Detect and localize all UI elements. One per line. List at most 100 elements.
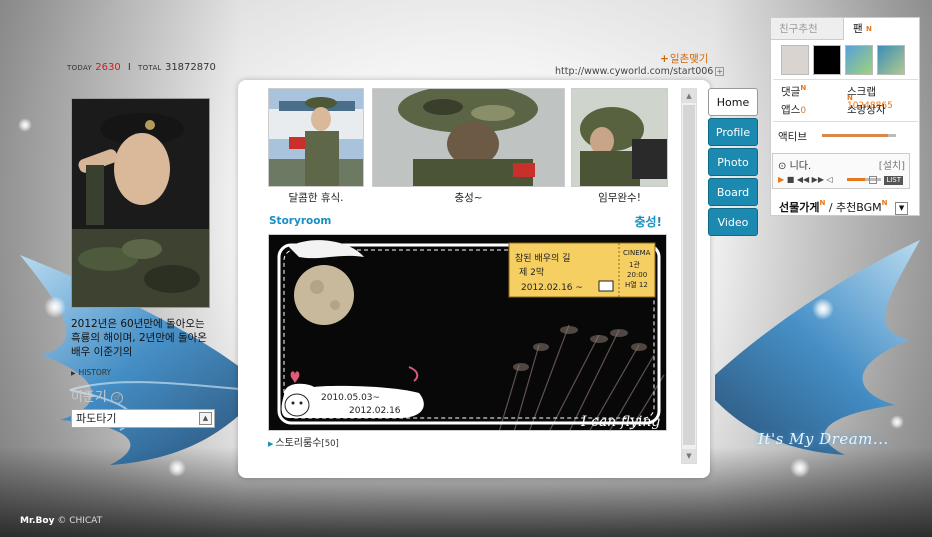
add-friend-link[interactable]: +일촌맺기	[660, 51, 708, 66]
triangle-icon: ▶	[268, 440, 274, 448]
credit-text: Mr.Boy © CHICAT	[20, 516, 102, 526]
apps-link[interactable]: 앱스0	[781, 102, 806, 117]
gallery-thumb[interactable]	[571, 88, 668, 187]
playlist-button[interactable]: LIST	[884, 176, 903, 185]
tab-video[interactable]: Video	[708, 208, 758, 236]
new-badge: N	[800, 84, 807, 92]
tab-fan-label: 팬	[853, 23, 863, 35]
next-icon[interactable]: ▶▶	[812, 175, 824, 184]
sparkle-icon	[168, 459, 186, 477]
chevron-down-icon[interactable]: ▼	[895, 201, 909, 215]
tab-friend-recommend[interactable]: 친구추천	[771, 18, 844, 40]
prev-icon[interactable]: ◀◀	[797, 175, 809, 184]
volume-level	[847, 178, 865, 181]
new-badge: N	[881, 199, 888, 207]
visit-counters: TODAY 2630 I TOTAL 31872870	[67, 62, 216, 73]
story-date-end: 2012.02.16	[349, 406, 401, 416]
history-link[interactable]: ▶ HISTORY	[71, 368, 111, 377]
gift-shop-link[interactable]: 선물가게	[779, 201, 819, 214]
dream-caption: It's My Dream...	[758, 430, 889, 448]
fan-avatar[interactable]	[813, 45, 841, 75]
comments-label: 댓글	[781, 86, 801, 98]
volume-icon[interactable]: ◁	[827, 175, 833, 184]
fan-avatar[interactable]	[877, 45, 905, 75]
plus-icon[interactable]: +	[715, 67, 725, 76]
ticket-time: 20:00	[627, 271, 647, 279]
right-wing-image	[715, 240, 920, 455]
tab-photo[interactable]: Photo	[708, 148, 758, 176]
new-badge: N	[847, 94, 853, 102]
plus-icon: +	[660, 53, 669, 65]
gallery-thumb[interactable]	[268, 88, 364, 187]
comments-link[interactable]: 댓글N	[781, 84, 806, 99]
homepage-url[interactable]: http://www.cyworld.com/start006 +	[555, 66, 725, 77]
wish-box-label: 소망상자	[847, 104, 886, 116]
track-title: ⊙ 니다.	[778, 157, 811, 172]
active-level-bar	[822, 134, 888, 137]
stop-icon[interactable]: ■	[787, 175, 795, 184]
gift-shop-row: 선물가게N / 추천BGMN ▼	[779, 199, 909, 215]
storyroom-tag: 충성!	[634, 215, 662, 229]
storyroom-count[interactable]: ▶ 스토리룸수[50]	[268, 434, 339, 449]
fan-avatar[interactable]	[845, 45, 873, 75]
scroll-thumb[interactable]	[683, 105, 695, 445]
fan-avatar[interactable]	[781, 45, 809, 75]
counter-separator: I	[127, 62, 131, 73]
history-label: HISTORY	[78, 368, 112, 377]
surf-select-value: 파도타기	[76, 412, 117, 425]
main-scrollbar[interactable]: ▲ ▼	[681, 88, 697, 464]
ticket-seat: H열 12	[625, 281, 648, 289]
wish-box-link[interactable]: N 소망상자	[847, 94, 886, 117]
storyroom-title[interactable]: Storyroom	[269, 215, 331, 227]
ticket-act: 제 2막	[519, 267, 544, 278]
gallery-caption: 달콤한 휴식.	[288, 192, 344, 204]
owner-name: 이준기 ♂	[71, 386, 124, 405]
apps-count: 0	[800, 106, 807, 116]
divider	[773, 79, 918, 80]
storyroom-count-value: [50]	[321, 439, 339, 449]
ticket-date: 2012.02.16 ~	[521, 283, 583, 293]
add-friend-label: 일촌맺기	[669, 53, 709, 65]
recommend-bgm-link[interactable]: / 추천BGM	[829, 201, 882, 214]
sparkle-icon	[44, 296, 66, 318]
storyroom-count-label: 스토리룸수	[275, 438, 322, 449]
today-label: TODAY	[67, 64, 93, 72]
male-icon: ♂	[111, 391, 124, 404]
story-date-start: 2010.05.03~	[321, 393, 380, 403]
sparkle-icon	[790, 458, 810, 478]
sparkle-icon	[890, 415, 904, 429]
profile-photo	[71, 98, 210, 308]
ticket-cinema: CINEMA	[623, 249, 651, 257]
track-title-text: 니다.	[789, 161, 812, 172]
new-badge: N	[866, 25, 872, 33]
install-link[interactable]: [설치]	[879, 157, 905, 172]
ticket-hall: 1관	[629, 260, 640, 269]
storyroom-image[interactable]: 참된 배우의 길 제 2막 2012.02.16 ~ CINEMA 1관 20:…	[268, 234, 667, 431]
scroll-up-icon[interactable]: ▲	[682, 89, 696, 103]
tab-fan[interactable]: 팬 N	[845, 18, 919, 40]
player-controls: ▶ ■ ◀◀ ▶▶ ◁	[778, 175, 833, 184]
chevron-up-icon[interactable]: ▲	[199, 412, 212, 425]
total-label: TOTAL	[138, 64, 162, 72]
ticket-title: 참된 배우의 길	[515, 252, 570, 264]
gallery-thumb[interactable]	[372, 88, 565, 187]
surf-select[interactable]: 파도타기 ▲	[71, 409, 215, 428]
profile-bio: 2012년은 60년만에 돌아오는 흑룡의 해이며, 2년만에 돌아온 배우 이…	[71, 318, 207, 358]
apps-label: 앱스	[781, 104, 801, 116]
today-count: 2630	[95, 62, 121, 73]
tab-board[interactable]: Board	[708, 178, 758, 206]
sparkle-icon	[18, 118, 32, 132]
equalizer-icon[interactable]	[869, 176, 877, 184]
tab-profile[interactable]: Profile	[708, 118, 758, 146]
tab-home[interactable]: Home	[708, 88, 758, 116]
homepage-url-text: http://www.cyworld.com/start006	[555, 66, 714, 77]
music-icon: ⊙	[778, 161, 787, 172]
gallery-caption: 충성~	[454, 192, 483, 204]
total-count: 31872870	[164, 62, 216, 73]
credit-rest: © CHICAT	[57, 516, 103, 526]
active-label: 액티브	[778, 131, 807, 143]
triangle-icon: ▶	[71, 370, 76, 377]
gallery-caption: 임무완수!	[598, 192, 641, 204]
scroll-down-icon[interactable]: ▼	[682, 449, 696, 463]
play-icon[interactable]: ▶	[778, 175, 784, 184]
